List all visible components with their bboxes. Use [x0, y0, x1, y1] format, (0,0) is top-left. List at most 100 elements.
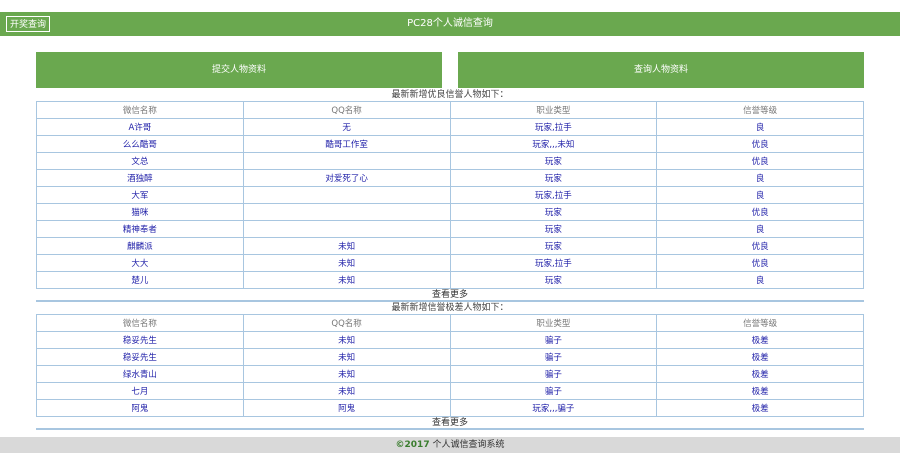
occupation-cell: 骗子: [449, 331, 658, 349]
occupation-cell: 玩家,拉手: [449, 118, 658, 136]
occupation-cell: 玩家,,,未知: [449, 135, 658, 153]
wechat-name-cell[interactable]: 阿鬼: [36, 399, 244, 417]
qq-name-cell: 未知: [242, 382, 451, 400]
column-header: 职业类型: [449, 101, 658, 119]
qq-name-cell: [242, 186, 451, 204]
wechat-name-cell[interactable]: 大大: [36, 254, 244, 272]
bad-credit-section: 最新新增信誉极差人物如下： 微信名称 QQ名称 职业类型 信誉等级 稳妥先生 未知…: [36, 302, 864, 430]
credit-level-cell: 极差: [656, 399, 864, 417]
table-row[interactable]: 稳妥先生 未知 骗子 极差: [36, 348, 864, 366]
qq-name-cell: 阿鬼: [242, 399, 451, 417]
occupation-cell: 骗子: [449, 365, 658, 383]
wechat-name-cell[interactable]: 稳妥先生: [36, 348, 244, 366]
qq-name-cell: 未知: [242, 271, 451, 289]
page-title: PC28个人诚信查询: [407, 18, 493, 29]
occupation-cell: 玩家,拉手: [449, 186, 658, 204]
good-credit-table: 微信名称 QQ名称 职业类型 信誉等级 A许哥无玩家,拉手良么么酷哥 酷哥工作室玩…: [36, 101, 864, 289]
footer: ©2017 个人诚信查询系统: [0, 437, 900, 453]
qq-name-cell: 酷哥工作室: [242, 135, 451, 153]
credit-level-cell: 良: [656, 169, 864, 187]
column-header: 信誉等级: [656, 101, 864, 119]
qq-name-cell: 未知: [242, 348, 451, 366]
column-header: 职业类型: [449, 314, 658, 332]
table-row[interactable]: 绿水青山 未知 骗子 极差: [36, 365, 864, 383]
occupation-cell: 玩家: [449, 271, 658, 289]
table-row[interactable]: 大军 玩家,拉手良: [36, 186, 864, 204]
qq-name-cell: [242, 220, 451, 238]
occupation-cell: 玩家: [449, 152, 658, 170]
column-header: 信誉等级: [656, 314, 864, 332]
occupation-cell: 玩家,拉手: [449, 254, 658, 272]
occupation-cell: 玩家: [449, 169, 658, 187]
wechat-name-cell[interactable]: 精神奉者: [36, 220, 244, 238]
table-row[interactable]: A许哥无玩家,拉手良: [36, 118, 864, 136]
credit-level-cell: 良: [656, 271, 864, 289]
wechat-name-cell[interactable]: 文总: [36, 152, 244, 170]
table-header-row: 微信名称 QQ名称 职业类型 信誉等级: [36, 314, 864, 332]
table-row[interactable]: 麒麟派 未知 玩家 优良: [36, 237, 864, 255]
qq-name-cell: 无: [242, 118, 451, 136]
occupation-cell: 玩家: [449, 237, 658, 255]
credit-level-cell: 优良: [656, 237, 864, 255]
credit-level-cell: 优良: [656, 152, 864, 170]
table-row[interactable]: 文总 玩家 优良: [36, 152, 864, 170]
column-header: 微信名称: [36, 314, 244, 332]
bad-section-title: 最新新增信誉极差人物如下：: [391, 303, 509, 313]
table-row[interactable]: 七月 未知 骗子 极差: [36, 382, 864, 400]
good-section-title: 最新新增优良信誉人物如下：: [391, 90, 509, 100]
wechat-name-cell[interactable]: A许哥: [36, 118, 244, 136]
table-row[interactable]: 稳妥先生 未知 骗子 极差: [36, 331, 864, 349]
qq-name-cell: 对爱死了心: [242, 169, 451, 187]
wechat-name-cell[interactable]: 酒独醉: [36, 169, 244, 187]
qq-name-cell: 未知: [242, 365, 451, 383]
occupation-cell: 玩家,,,骗子: [449, 399, 658, 417]
credit-level-cell: 极差: [656, 365, 864, 383]
credit-level-cell: 极差: [656, 382, 864, 400]
credit-level-cell: 优良: [656, 203, 864, 221]
column-header: QQ名称: [242, 314, 451, 332]
occupation-cell: 骗子: [449, 382, 658, 400]
table-row[interactable]: 猫咪 玩家 优良: [36, 203, 864, 221]
wechat-name-cell[interactable]: 么么酷哥: [36, 135, 244, 153]
column-header: 微信名称: [36, 101, 244, 119]
table-row[interactable]: 楚儿 未知 玩家良: [36, 271, 864, 289]
wechat-name-cell[interactable]: 麒麟派: [36, 237, 244, 255]
occupation-cell: 玩家: [449, 203, 658, 221]
query-profile-button[interactable]: 查询人物资料: [458, 52, 864, 88]
footer-text: 个人诚信查询系统: [429, 440, 505, 450]
qq-name-cell: [242, 152, 451, 170]
occupation-cell: 玩家: [449, 220, 658, 238]
good-view-more-link[interactable]: 查看更多: [36, 289, 864, 302]
wechat-name-cell[interactable]: 七月: [36, 382, 244, 400]
occupation-cell: 骗子: [449, 348, 658, 366]
table-row[interactable]: 么么酷哥 酷哥工作室 玩家,,,未知 优良: [36, 135, 864, 153]
qq-name-cell: 未知: [242, 254, 451, 272]
wechat-name-cell[interactable]: 大军: [36, 186, 244, 204]
credit-level-cell: 良: [656, 118, 864, 136]
credit-level-cell: 极差: [656, 331, 864, 349]
credit-level-cell: 优良: [656, 135, 864, 153]
credit-level-cell: 良: [656, 220, 864, 238]
table-row[interactable]: 大大 未知 玩家,拉手 优良: [36, 254, 864, 272]
bad-credit-table: 微信名称 QQ名称 职业类型 信誉等级 稳妥先生 未知 骗子 极差 稳妥先生 未知 骗子 极差…: [36, 314, 864, 417]
table-header-row: 微信名称 QQ名称 职业类型 信誉等级: [36, 101, 864, 119]
submit-profile-button[interactable]: 提交人物资料: [36, 52, 442, 88]
wechat-name-cell[interactable]: 猫咪: [36, 203, 244, 221]
footer-year: ©2017: [395, 440, 430, 450]
qq-name-cell: [242, 203, 451, 221]
wechat-name-cell[interactable]: 绿水青山: [36, 365, 244, 383]
credit-level-cell: 极差: [656, 348, 864, 366]
top-header-bar: 开奖查询 PC28个人诚信查询: [0, 12, 900, 36]
good-credit-section: 最新新增优良信誉人物如下： 微信名称 QQ名称 职业类型 信誉等级 A许哥无玩家…: [36, 89, 864, 302]
table-row[interactable]: 精神奉者 玩家良: [36, 220, 864, 238]
qq-name-cell: 未知: [242, 331, 451, 349]
column-header: QQ名称: [242, 101, 451, 119]
bad-view-more-link[interactable]: 查看更多: [36, 417, 864, 430]
qq-name-cell: 未知: [242, 237, 451, 255]
table-row[interactable]: 阿鬼 阿鬼 玩家,,,骗子 极差: [36, 399, 864, 417]
wechat-name-cell[interactable]: 稳妥先生: [36, 331, 244, 349]
table-row[interactable]: 酒独醉 对爱死了心 玩家良: [36, 169, 864, 187]
credit-level-cell: 优良: [656, 254, 864, 272]
credit-level-cell: 良: [656, 186, 864, 204]
wechat-name-cell[interactable]: 楚儿: [36, 271, 244, 289]
